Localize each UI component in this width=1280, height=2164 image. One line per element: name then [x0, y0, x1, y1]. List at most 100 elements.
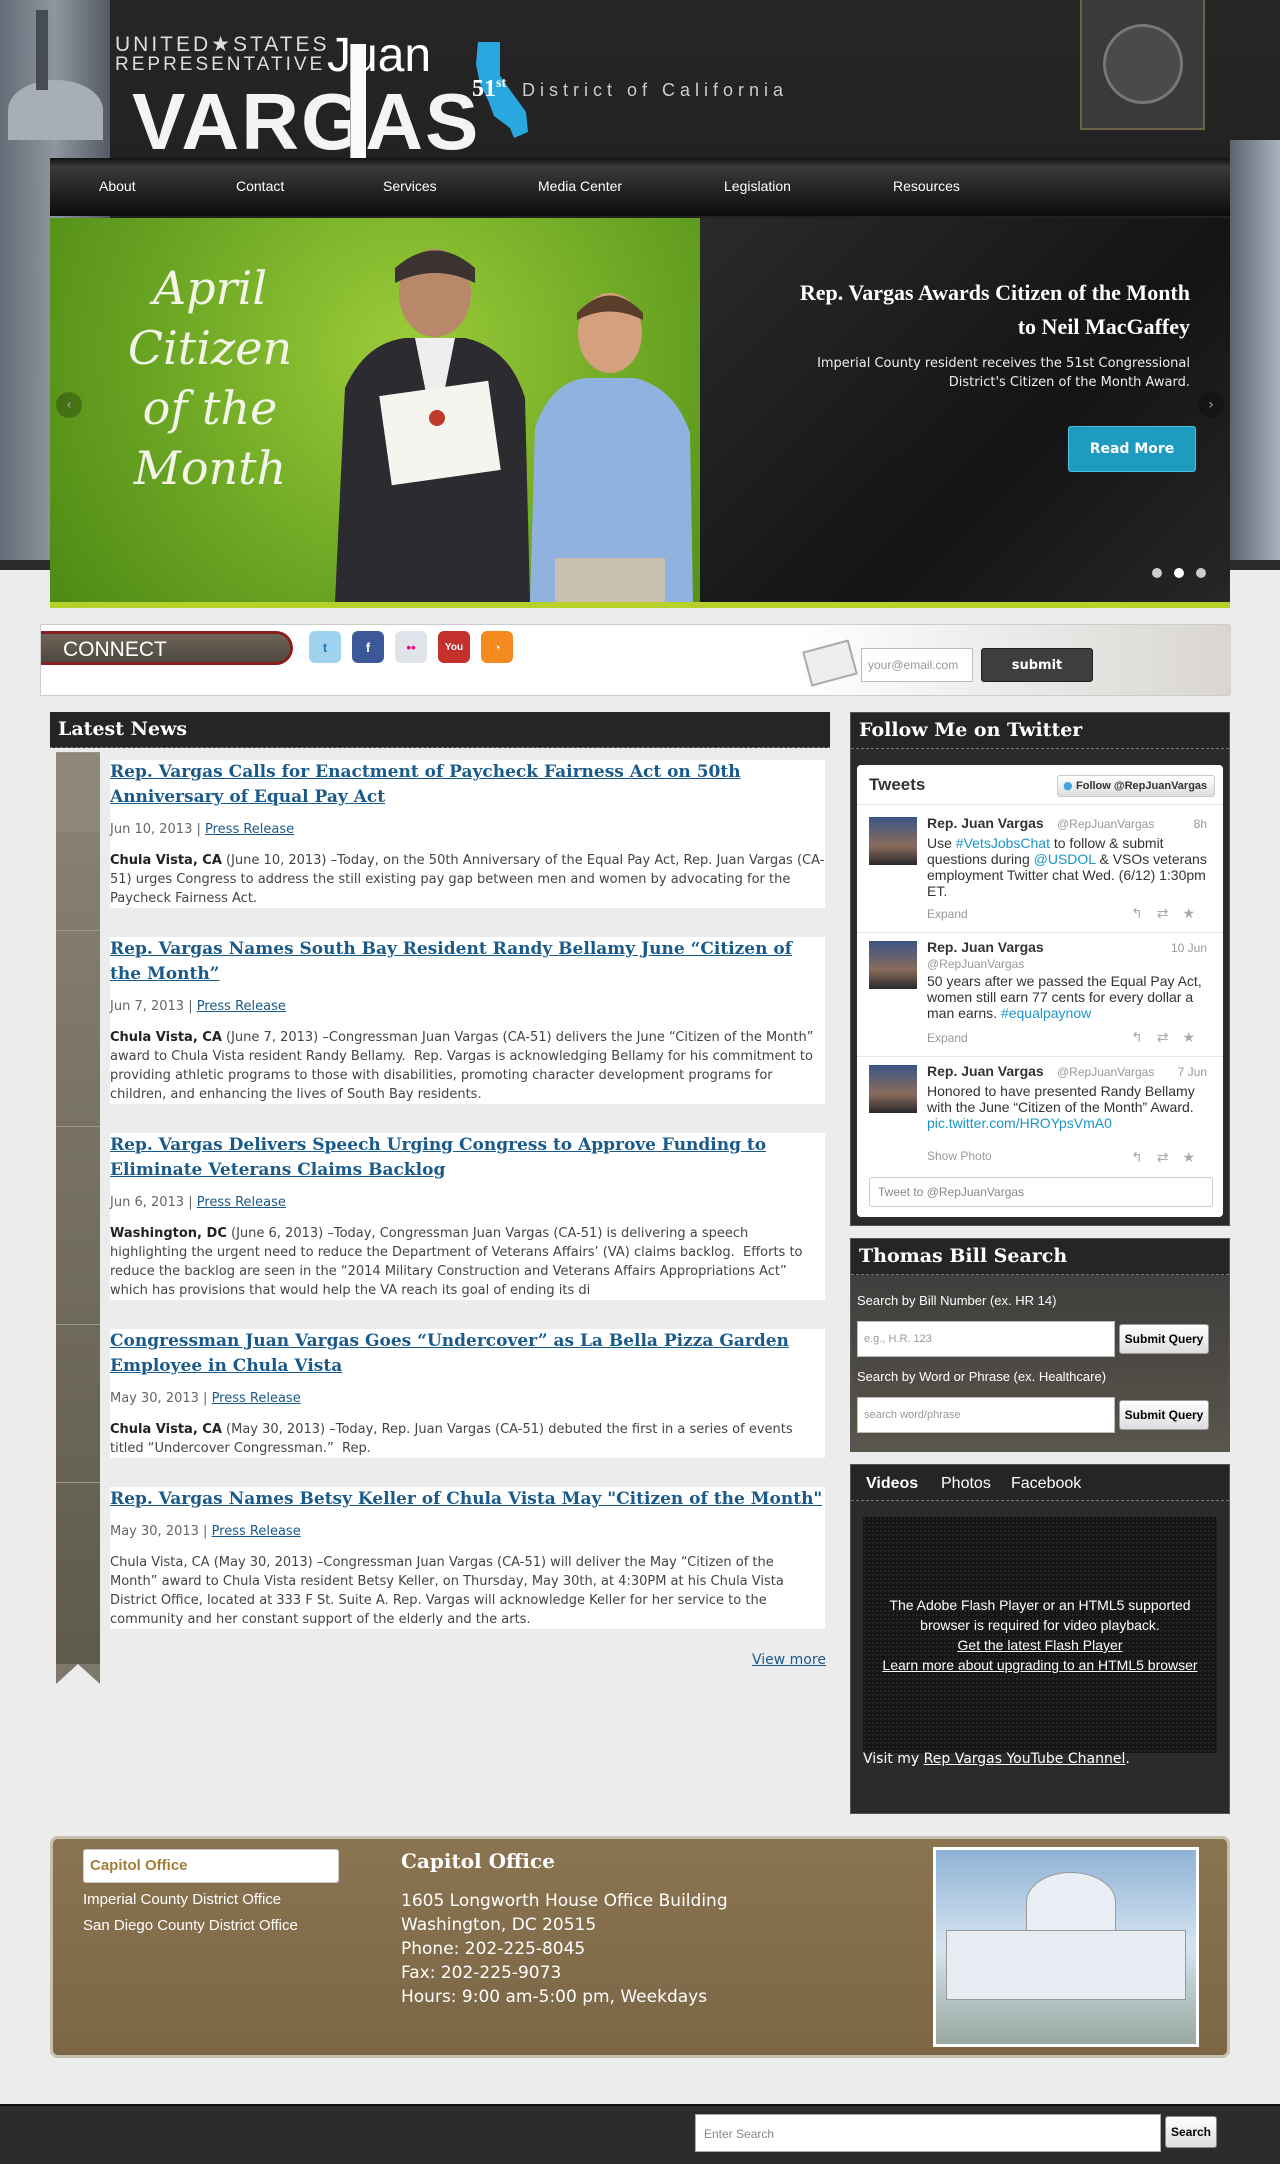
word-search-label: Search by Word or Phrase (ex. Healthcare…	[857, 1369, 1107, 1384]
article-date: May 30, 2013	[110, 1391, 199, 1406]
hero-slider: April Citizen of the Month Rep. Vargas A…	[50, 218, 1230, 608]
district-text: District of California	[522, 80, 789, 100]
article-category[interactable]: Press Release	[212, 1524, 301, 1539]
tweet-text: Honored to have presented Randy Bellamy …	[927, 1083, 1195, 1131]
expand-link[interactable]: Expand	[927, 907, 968, 921]
tweet-author[interactable]: Rep. Juan Vargas	[927, 1063, 1044, 1079]
slide-title[interactable]: Rep. Vargas Awards Citizen of the Month …	[790, 276, 1190, 344]
tweet-time[interactable]: 8h	[1194, 817, 1207, 831]
follow-button[interactable]: Follow @RepJuanVargas	[1057, 775, 1215, 797]
hashtag-link[interactable]: #VetsJobsChat	[956, 835, 1050, 851]
office-address: 1605 Longworth House Office Building	[401, 1891, 728, 1911]
site-search-button[interactable]: Search	[1165, 2116, 1217, 2148]
read-more-button[interactable]: Read More	[1068, 426, 1196, 472]
youtube-icon[interactable]: You	[438, 631, 470, 663]
bill-number-input[interactable]: e.g., H.R. 123	[857, 1321, 1115, 1357]
twitter-heading: Follow Me on Twitter	[851, 713, 1229, 749]
twitter-bird-icon: ●	[1063, 779, 1073, 792]
avatar[interactable]	[869, 941, 917, 989]
house-seal-icon	[1080, 0, 1205, 130]
last-name-logo[interactable]: VARGAS	[132, 76, 480, 168]
person-vargas-image	[335, 249, 530, 602]
article-location: Chula Vista, CA	[110, 1030, 222, 1045]
flickr-icon[interactable]: ••	[395, 631, 427, 663]
tab-facebook[interactable]: Facebook	[1011, 1475, 1081, 1493]
word-submit-button[interactable]: Submit Query	[1119, 1400, 1209, 1430]
nav-services[interactable]: Services	[383, 178, 437, 194]
tweet-input[interactable]: Tweet to @RepJuanVargas	[869, 1177, 1213, 1207]
media-panel: Videos Photos Facebook The Adobe Flash P…	[850, 1464, 1230, 1814]
tab-videos[interactable]: Videos	[866, 1475, 918, 1493]
site-search-input[interactable]: Enter Search	[695, 2114, 1161, 2152]
news-article: Rep. Vargas Names Betsy Keller of Chula …	[110, 1487, 825, 1629]
article-title[interactable]: Rep. Vargas Delivers Speech Urging Congr…	[110, 1135, 766, 1180]
article-category[interactable]: Press Release	[205, 822, 294, 837]
facebook-icon[interactable]: f	[352, 631, 384, 663]
right-building-image	[1230, 140, 1280, 560]
bill-submit-button[interactable]: Submit Query	[1119, 1324, 1209, 1354]
tweet-actions-icons[interactable]: ↰⇄★	[1131, 1029, 1209, 1046]
tweet-handle[interactable]: @RepJuanVargas	[927, 957, 1024, 971]
email-submit-button[interactable]: submit	[981, 648, 1093, 682]
twitter-timeline: Tweets Follow @RepJuanVargas ● Rep. Juan…	[857, 765, 1223, 1217]
tweet-author[interactable]: Rep. Juan Vargas	[927, 939, 1044, 955]
tweet-author[interactable]: Rep. Juan Vargas	[927, 815, 1044, 831]
office-link-imperial[interactable]: Imperial County District Office	[83, 1891, 281, 1908]
nav-about[interactable]: About	[99, 178, 136, 194]
slide-caption: Rep. Vargas Awards Citizen of the Month …	[700, 218, 1230, 602]
news-article: Rep. Vargas Calls for Enactment of Paych…	[110, 760, 825, 908]
nav-media-center[interactable]: Media Center	[538, 178, 622, 194]
article-category[interactable]: Press Release	[197, 1195, 286, 1210]
tweet-time[interactable]: 7 Jun	[1178, 1065, 1207, 1079]
avatar[interactable]	[869, 817, 917, 865]
slide-dot-2[interactable]	[1174, 568, 1184, 578]
tweet-handle[interactable]: @RepJuanVargas	[1057, 817, 1154, 831]
avatar[interactable]	[869, 1065, 917, 1113]
show-photo-link[interactable]: Show Photo	[927, 1149, 992, 1163]
tweet-handle[interactable]: @RepJuanVargas	[1057, 1065, 1154, 1079]
tab-photos[interactable]: Photos	[941, 1475, 991, 1493]
photo-link[interactable]: pic.twitter.com/HROYpsVmA0	[927, 1115, 1112, 1131]
youtube-channel-link[interactable]: Rep Vargas YouTube Channel	[924, 1751, 1126, 1767]
first-name: Juan	[327, 29, 432, 82]
hashtag-link[interactable]: #equalpaynow	[1001, 1005, 1091, 1021]
slide-photo: April Citizen of the Month	[50, 218, 700, 602]
tweet-actions-icons[interactable]: ↰⇄★	[1131, 905, 1209, 922]
video-player[interactable]: The Adobe Flash Player or an HTML5 suppo…	[863, 1517, 1217, 1753]
article-location: Chula Vista, CA	[110, 1422, 222, 1437]
news-article: Rep. Vargas Names South Bay Resident Ran…	[110, 937, 825, 1104]
slide-dot-1[interactable]	[1152, 568, 1162, 578]
tweet-actions-icons[interactable]: ↰⇄★	[1131, 1149, 1209, 1166]
view-more-link[interactable]: View more	[752, 1652, 826, 1668]
article-title[interactable]: Congressman Juan Vargas Goes “Undercover…	[110, 1331, 789, 1376]
mention-link[interactable]: @USDOL	[1034, 851, 1096, 867]
connect-bar: CONNECT t f •• You ◔ your@email.com subm…	[40, 624, 1231, 696]
article-title[interactable]: Rep. Vargas Names South Bay Resident Ran…	[110, 939, 792, 984]
email-field[interactable]: your@email.com	[861, 648, 973, 682]
tweet-time[interactable]: 10 Jun	[1171, 941, 1207, 955]
nav-resources[interactable]: Resources	[893, 178, 960, 194]
office-link-san-diego[interactable]: San Diego County District Office	[83, 1917, 298, 1934]
office-title: Capitol Office	[401, 1849, 555, 1873]
article-location: Washington, DC	[110, 1226, 227, 1241]
nav-legislation[interactable]: Legislation	[724, 178, 791, 194]
article-date: Jun 6, 2013	[110, 1195, 185, 1210]
office-selected-tab[interactable]: Capitol Office	[83, 1849, 339, 1883]
rss-icon[interactable]: ◔	[481, 631, 513, 663]
article-category[interactable]: Press Release	[212, 1391, 301, 1406]
expand-link[interactable]: Expand	[927, 1031, 968, 1045]
flash-player-link[interactable]: Get the latest Flash Player	[958, 1637, 1123, 1653]
article-title[interactable]: Rep. Vargas Names Betsy Keller of Chula …	[110, 1489, 822, 1509]
article-category[interactable]: Press Release	[197, 999, 286, 1014]
next-arrow-icon[interactable]: ›	[1198, 392, 1224, 418]
article-title[interactable]: Rep. Vargas Calls for Enactment of Paych…	[110, 762, 741, 807]
twitter-icon[interactable]: t	[309, 631, 341, 663]
tweet-text: 50 years after we passed the Equal Pay A…	[927, 973, 1202, 1021]
connect-label: CONNECT	[41, 631, 293, 665]
slide-dot-3[interactable]	[1196, 568, 1206, 578]
html5-browser-link[interactable]: Learn more about upgrading to an HTML5 b…	[882, 1657, 1197, 1673]
word-search-input[interactable]: search word/phrase	[857, 1397, 1115, 1433]
nav-contact[interactable]: Contact	[236, 178, 284, 194]
prev-arrow-icon[interactable]: ‹	[56, 392, 82, 418]
thomas-heading: Thomas Bill Search	[851, 1239, 1229, 1275]
